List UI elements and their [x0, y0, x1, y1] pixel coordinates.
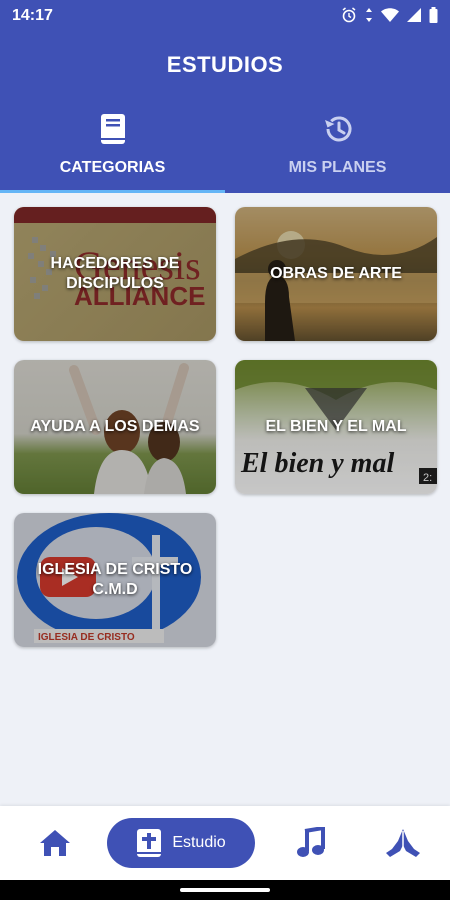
- category-card[interactable]: El bien y mal 2: EL BIEN Y EL MAL: [235, 360, 437, 494]
- status-bar: 14:17: [0, 0, 450, 32]
- data-arrows-icon: [366, 8, 372, 22]
- nav-prayer[interactable]: [378, 818, 428, 868]
- music-note-icon: [297, 827, 325, 857]
- category-label: IGLESIA DE CRISTO C.M.D: [37, 561, 193, 598]
- book-icon: [98, 113, 128, 150]
- home-gesture-handle[interactable]: [180, 888, 270, 892]
- category-card[interactable]: AYUDA A LOS DEMAS: [14, 360, 216, 494]
- nav-label: Estudio: [172, 834, 226, 851]
- battery-icon: [429, 7, 438, 23]
- nav-music[interactable]: [285, 818, 335, 868]
- category-label: OBRAS DE ARTE: [270, 265, 402, 282]
- page-title: ESTUDIOS: [166, 52, 284, 77]
- status-time: 14:17: [12, 7, 53, 24]
- tab-label: MIS PLANES: [288, 159, 387, 176]
- system-navigation-bar: [0, 880, 450, 900]
- bible-cross-icon: [137, 829, 162, 857]
- category-label: AYUDA A LOS DEMAS: [30, 418, 200, 435]
- nav-home[interactable]: [30, 818, 80, 868]
- category-card[interactable]: OBRAS DE ARTE: [235, 207, 437, 341]
- history-icon: [322, 113, 354, 150]
- home-icon: [40, 830, 70, 856]
- app-header: 14:17 ESTUDIOS CATEGORIAS MIS PLANES: [0, 0, 450, 193]
- wifi-icon: [381, 8, 399, 22]
- alarm-icon: [342, 7, 356, 23]
- category-card[interactable]: Genesis ALLIANCE HACEDORES DE DISCIPULOS: [14, 207, 216, 341]
- category-card[interactable]: IGLESIA DE CRISTO IGLESIA DE CRISTO C.M.…: [14, 513, 216, 647]
- bottom-navigation: Estudio: [0, 806, 450, 880]
- signal-icon: [407, 8, 421, 22]
- status-icons: [341, 7, 438, 23]
- category-label: HACEDORES DE DISCIPULOS: [50, 255, 180, 292]
- nav-estudio[interactable]: Estudio: [107, 818, 255, 868]
- tab-categorias[interactable]: CATEGORIAS: [0, 105, 225, 193]
- tab-bar: CATEGORIAS MIS PLANES: [0, 105, 450, 193]
- category-label: EL BIEN Y EL MAL: [265, 418, 407, 435]
- tab-mis-planes[interactable]: MIS PLANES: [225, 105, 450, 193]
- praying-hands-icon: [386, 829, 420, 857]
- tab-label: CATEGORIAS: [59, 159, 166, 176]
- tab-indicator: [0, 190, 225, 193]
